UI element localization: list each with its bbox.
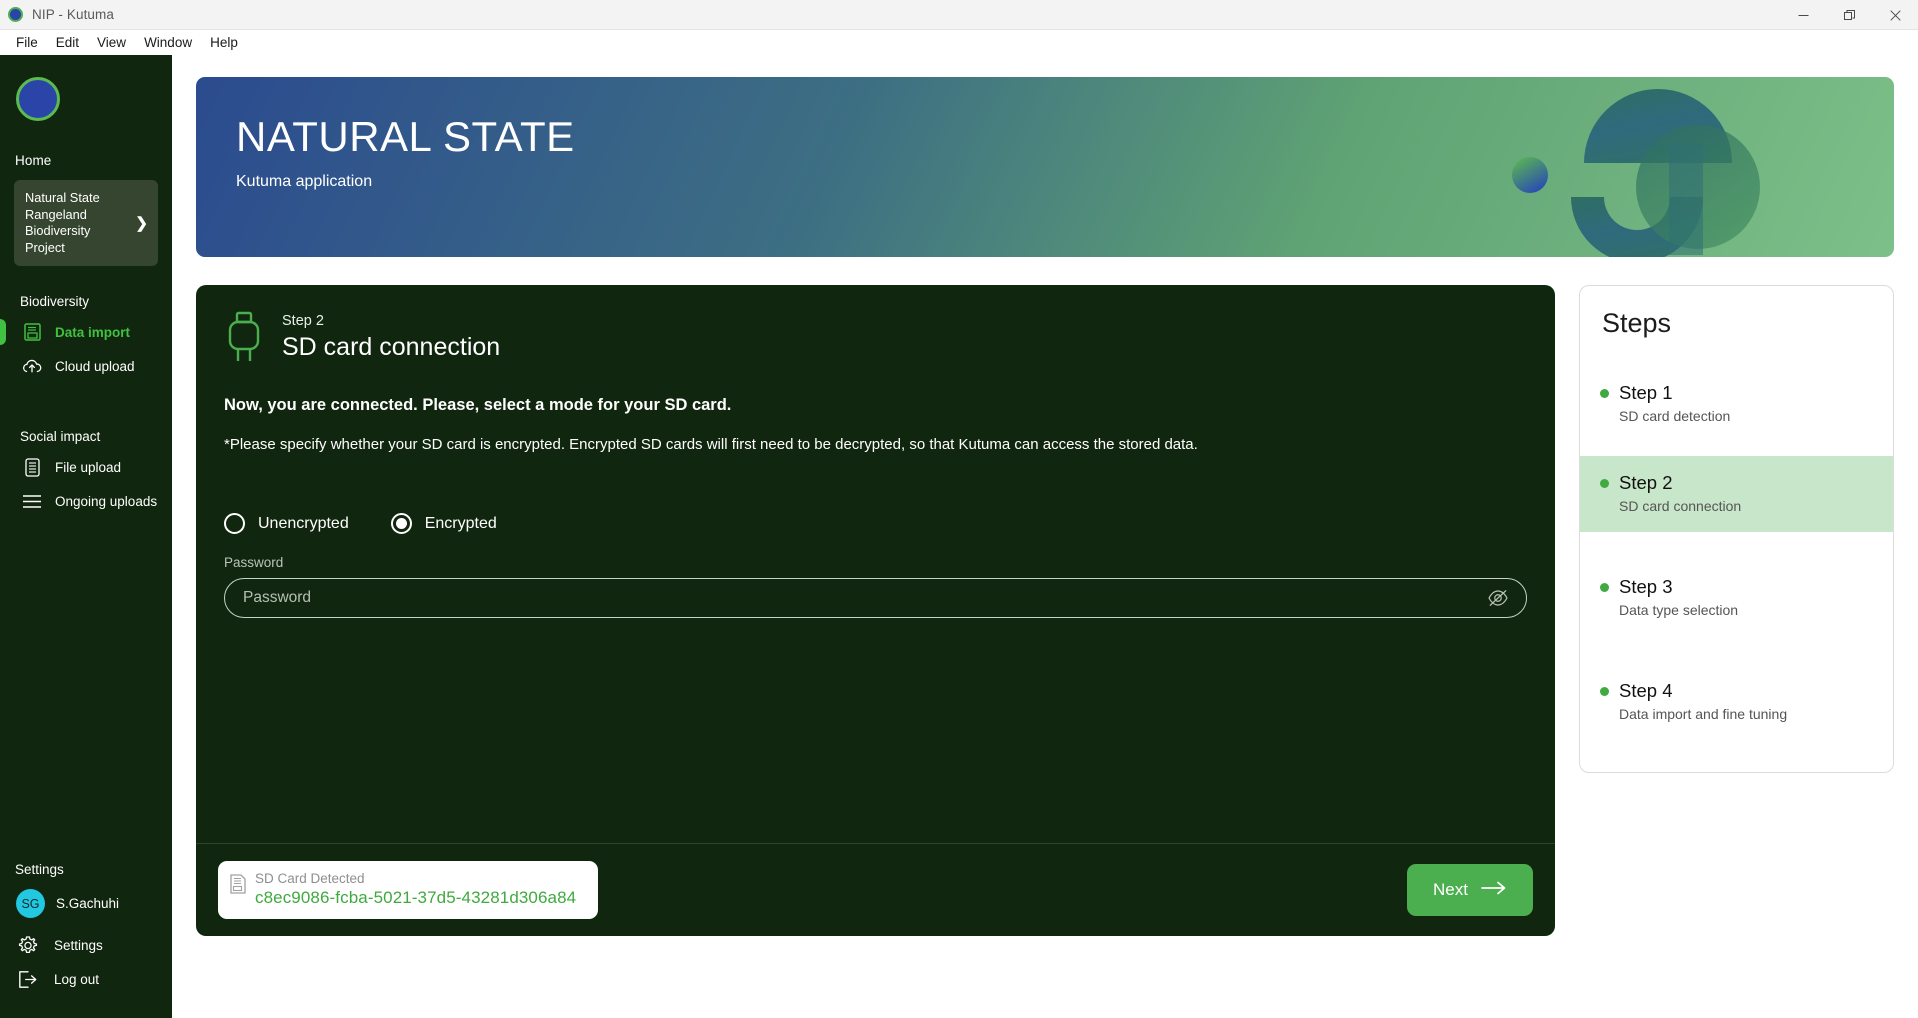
steps-panel-item-3[interactable]: Step 3 Data type selection: [1580, 560, 1893, 636]
sidebar-group-social-impact-label: Social impact: [20, 429, 101, 444]
steps-panel-item-1[interactable]: Step 1 SD card detection: [1580, 366, 1893, 442]
step-note-text: *Please specify whether your SD card is …: [224, 436, 1198, 453]
file-upload-icon: [22, 457, 42, 477]
main-content: NATURAL STATE Kutuma application Step 2 …: [172, 55, 1918, 1018]
window-titlebar: NIP - Kutuma: [0, 0, 1918, 30]
project-selector[interactable]: Natural State Rangeland Biodiversity Pro…: [14, 180, 158, 266]
step-card-header: Step 2 SD card connection: [224, 311, 1527, 363]
user-name: S.Gachuhi: [56, 896, 120, 911]
radio-encrypted[interactable]: Encrypted: [390, 513, 497, 534]
sidebar-group-biodiversity-label: Biodiversity: [20, 294, 90, 309]
sidebar-item-label: Cloud upload: [55, 358, 135, 374]
eye-off-icon[interactable]: [1486, 586, 1510, 610]
step-lead-text: Now, you are connected. Please, select a…: [224, 396, 732, 414]
step-item-title: Step 1: [1619, 382, 1673, 403]
project-selector-name: Natural State Rangeland Biodiversity Pro…: [25, 190, 100, 255]
menu-window[interactable]: Window: [135, 32, 201, 53]
step-bullet-icon: [1600, 582, 1609, 592]
sidebar-item-data-import[interactable]: Data import: [0, 315, 172, 349]
sidebar-item-cloud-upload[interactable]: Cloud upload: [0, 349, 172, 383]
step-item-subtitle: Data type selection: [1619, 602, 1739, 618]
sidebar-item-label: Ongoing uploads: [55, 493, 158, 509]
step-item-subtitle: SD card connection: [1619, 498, 1742, 514]
encryption-mode-radio-group: Unencrypted Encrypted: [224, 513, 1527, 534]
password-input[interactable]: [243, 589, 1486, 607]
step-bullet-icon: [1600, 388, 1609, 398]
sidebar-item-settings[interactable]: Settings: [0, 928, 172, 962]
menubar: File Edit View Window Help: [0, 30, 1918, 55]
steps-panel-item-4[interactable]: Step 4 Data import and fine tuning: [1580, 664, 1893, 740]
avatar: SG: [16, 889, 45, 918]
chevron-right-icon: ❯: [135, 215, 148, 232]
minimize-button[interactable]: [1780, 0, 1826, 30]
sidebar: Home Natural State Rangeland Biodiversit…: [0, 55, 172, 1018]
sidebar-settings-section-label: Settings: [15, 862, 64, 877]
step-eyebrow: Step 2: [282, 312, 324, 329]
next-button-label: Next: [1433, 880, 1468, 899]
sd-card-plug-icon: [224, 311, 264, 363]
step-item-title: Step 2: [1619, 472, 1673, 493]
cloud-upload-icon: [22, 356, 42, 376]
step-bullet-icon: [1600, 686, 1609, 696]
menu-file[interactable]: File: [7, 32, 47, 53]
sd-card-detected-label: SD Card Detected: [255, 871, 365, 886]
sidebar-item-label: Settings: [54, 937, 103, 953]
step-bullet-icon: [1600, 478, 1609, 488]
sidebar-item-label: File upload: [55, 459, 122, 475]
close-button[interactable]: [1872, 0, 1918, 30]
banner-subtitle: Kutuma application: [236, 173, 373, 190]
sidebar-item-ongoing-uploads[interactable]: Ongoing uploads: [0, 484, 172, 518]
app-logo-circle-icon: [8, 7, 23, 22]
steps-panel-item-2[interactable]: Step 2 SD card connection: [1580, 456, 1893, 532]
radio-label: Unencrypted: [258, 514, 349, 532]
menu-view[interactable]: View: [88, 32, 135, 53]
password-field-wrapper[interactable]: [224, 578, 1527, 618]
restore-button[interactable]: [1826, 0, 1872, 30]
radio-label: Encrypted: [424, 514, 497, 532]
radio-circle-selected-icon: [390, 513, 412, 534]
step-card: Step 2 SD card connection Now, you are c…: [196, 285, 1555, 936]
logout-arrow-icon: [18, 969, 38, 989]
sidebar-user-profile[interactable]: SG S.Gachuhi: [0, 885, 172, 922]
step-title: SD card connection: [282, 332, 501, 361]
sidebar-item-label: Log out: [54, 971, 100, 987]
floppy-disk-icon: [22, 322, 42, 342]
step-card-footer: SD Card Detected c8ec9086-fcba-5021-37d5…: [196, 843, 1555, 936]
password-field-label: Password: [224, 555, 284, 570]
sidebar-item-label: Data import: [55, 324, 131, 340]
steps-panel-title: Steps: [1602, 308, 1672, 338]
step-item-title: Step 4: [1619, 680, 1673, 701]
menu-edit[interactable]: Edit: [47, 32, 88, 53]
banner-title: NATURAL STATE: [236, 113, 575, 160]
step-item-title: Step 3: [1619, 576, 1673, 597]
steps-panel: Steps Step 1 SD card detection Step 2 SD…: [1579, 285, 1894, 773]
sd-card-detected-chip: SD Card Detected c8ec9086-fcba-5021-37d5…: [218, 861, 598, 919]
sidebar-home-label[interactable]: Home: [15, 153, 172, 168]
app-banner: NATURAL STATE Kutuma application: [196, 77, 1894, 257]
gear-icon: [18, 935, 38, 955]
window-controls: [1780, 0, 1918, 30]
radio-unencrypted[interactable]: Unencrypted: [224, 513, 349, 534]
next-button[interactable]: Next: [1407, 864, 1533, 916]
sidebar-item-log-out[interactable]: Log out: [0, 962, 172, 996]
arrow-right-icon: [1481, 880, 1507, 901]
list-lines-icon: [22, 491, 42, 511]
sd-card-icon: [230, 874, 246, 899]
step-item-subtitle: SD card detection: [1619, 408, 1731, 424]
menu-help[interactable]: Help: [201, 32, 247, 53]
window-title: NIP - Kutuma: [32, 7, 114, 22]
step-item-subtitle: Data import and fine tuning: [1619, 706, 1788, 722]
sidebar-item-file-upload[interactable]: File upload: [0, 450, 172, 484]
sd-card-id-value: c8ec9086-fcba-5021-37d5-43281d306a84: [255, 888, 577, 907]
active-indicator: [0, 319, 6, 345]
brand-circle-icon: [16, 77, 60, 121]
radio-circle-icon: [224, 513, 245, 534]
